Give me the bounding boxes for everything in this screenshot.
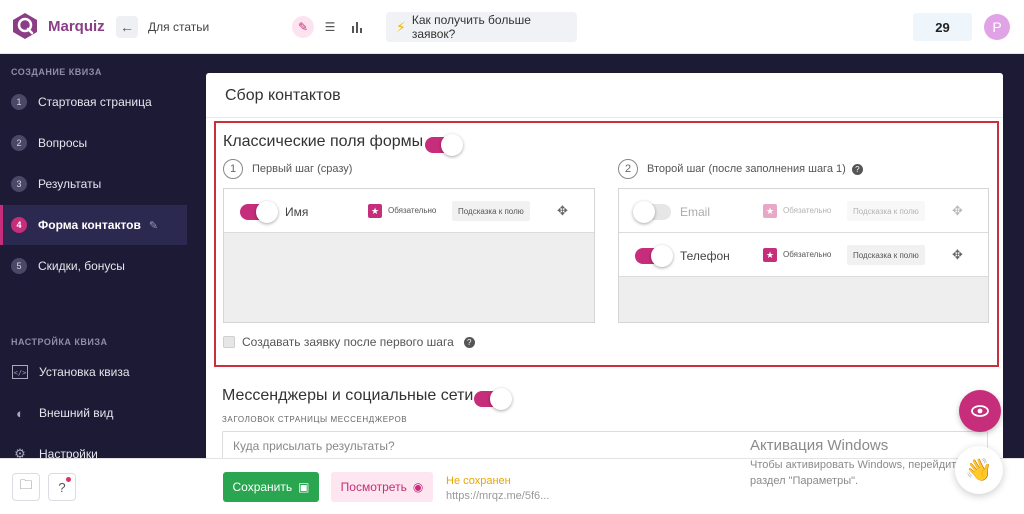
divider [206, 117, 1003, 118]
sidebar-section-settings: НАСТРОЙКА КВИЗА [11, 337, 108, 347]
step-2-number: 2 [618, 159, 638, 179]
hint-button-label: Как получить больше заявок? [411, 13, 531, 41]
pencil-icon[interactable]: ✎ [149, 219, 158, 232]
required-checkbox[interactable]: ★ [763, 248, 777, 262]
drag-handle-icon[interactable]: ✥ [952, 203, 963, 219]
pencil-icon: ✎ [297, 20, 309, 34]
sidebar-item-start-page[interactable]: 1 Стартовая страница [0, 82, 187, 122]
star-icon: ★ [765, 249, 775, 260]
step-1-label: Первый шаг (сразу) [252, 163, 353, 175]
page-title: Сбор контактов [225, 87, 341, 104]
sidebar-section-create: СОЗДАНИЕ КВИЗА [11, 67, 102, 77]
eye-icon [971, 405, 989, 417]
top-bar: Marquiz ← Для статьи ✎ ☰ ⚡ Как получить … [0, 0, 1024, 54]
help-icon[interactable]: ? [851, 163, 863, 175]
folder-button[interactable]: 🗀 [12, 473, 40, 501]
step-1-number: 1 [223, 159, 243, 179]
star-icon: ★ [765, 205, 775, 216]
notification-dot [66, 477, 71, 482]
messengers-toggle[interactable] [474, 388, 512, 410]
required-checkbox[interactable]: ★ [763, 204, 777, 218]
star-icon: ★ [370, 205, 380, 216]
field-hint-button[interactable]: Подсказка к полю [452, 201, 530, 221]
contact-form-card: Сбор контактов Классические поля формы 1… [206, 73, 1003, 458]
classic-fields-toggle[interactable] [425, 134, 463, 156]
chat-widget-button[interactable]: 👋 [955, 446, 1003, 494]
messengers-field-label: ЗАГОЛОВОК СТРАНИЦЫ МЕССЕНДЖЕРОВ [222, 415, 408, 424]
step-2-fields-panel: Email ★ Обязательно Подсказка к полю ✥ Т… [618, 188, 989, 323]
quiz-url[interactable]: https://mrqz.me/5f6... [446, 490, 549, 502]
field-hint-button[interactable]: Подсказка к полю [847, 245, 925, 265]
create-lead-after-first-step-checkbox[interactable] [223, 336, 235, 348]
lightning-icon: ⚡ [396, 18, 406, 35]
more-leads-hint-button[interactable]: ⚡ Как получить больше заявок? [386, 12, 577, 42]
floppy-icon: ▣ [298, 480, 310, 494]
required-checkbox[interactable]: ★ [368, 204, 382, 218]
field-phone-toggle[interactable] [635, 245, 673, 267]
help-button[interactable]: ? [48, 473, 76, 501]
sidebar-item-settings[interactable]: ⚙ Настройки [0, 434, 187, 458]
save-status: Не сохранен [446, 475, 511, 487]
svg-text:</>: </> [14, 369, 27, 377]
arrow-left-icon: ← [120, 19, 134, 35]
sidebar-item-appearance[interactable]: ◐ Внешний вид [0, 393, 187, 433]
classic-fields-title: Классические поля формы [223, 133, 424, 150]
bottom-bar: 🗀 ? Сохранить ▣ Посмотреть ◉ Не сохранен… [0, 458, 1024, 514]
drag-handle-icon[interactable]: ✥ [952, 247, 963, 263]
marquiz-logo-icon[interactable] [11, 12, 39, 40]
logo-text: Marquiz [48, 18, 105, 35]
floating-preview-button[interactable] [959, 390, 1001, 432]
quiz-name: Для статьи [148, 20, 210, 34]
field-name-toggle[interactable] [240, 201, 278, 223]
folder-clock-icon: 🗀 [19, 477, 33, 492]
drag-handle-icon[interactable]: ✥ [557, 203, 568, 219]
palette-icon: ◐ [16, 405, 24, 421]
sidebar-item-discounts[interactable]: 5 Скидки, бонусы [0, 246, 187, 286]
save-button[interactable]: Сохранить ▣ [223, 472, 319, 502]
field-hint-button[interactable]: Подсказка к полю [847, 201, 925, 221]
leads-counter[interactable]: 29 [913, 13, 972, 41]
step-2-label: Второй шаг (после заполнения шага 1)? [647, 163, 863, 175]
sidebar-item-results[interactable]: 3 Результаты [0, 164, 187, 204]
bar-chart-icon [352, 22, 362, 33]
sidebar-item-install[interactable]: </> Установка квиза [0, 352, 187, 392]
field-row-name: Имя ★ Обязательно Подсказка к полю ✥ [224, 189, 594, 233]
eye-icon: ◉ [412, 480, 424, 494]
create-lead-label: Создавать заявку после первого шага? [242, 335, 475, 349]
messengers-title-input[interactable]: Куда присылать результаты? [222, 431, 988, 458]
edit-mode-button[interactable]: ✎ [292, 16, 314, 38]
sidebar-item-contact-form[interactable]: 4 Форма контактов ✎ [0, 205, 187, 245]
sidebar: СОЗДАНИЕ КВИЗА 1 Стартовая страница 2 Во… [0, 54, 187, 458]
list-mode-button[interactable]: ☰ [319, 16, 341, 38]
waving-hand-icon: 👋 [965, 457, 993, 482]
sidebar-item-questions[interactable]: 2 Вопросы [0, 123, 187, 163]
code-icon: </> [11, 364, 29, 380]
classic-fields-section: Классические поля формы 1 Первый шаг (ср… [214, 121, 999, 367]
back-button[interactable]: ← [116, 16, 138, 38]
field-email-toggle[interactable] [633, 201, 671, 223]
gear-icon: ⚙ [14, 446, 26, 458]
step-1-fields-panel: Имя ★ Обязательно Подсказка к полю ✥ [223, 188, 595, 323]
messengers-title: Мессенджеры и социальные сети [222, 387, 474, 404]
field-row-email: Email ★ Обязательно Подсказка к полю ✥ [619, 189, 988, 233]
list-icon: ☰ [324, 20, 336, 34]
preview-button[interactable]: Посмотреть ◉ [331, 472, 433, 502]
stats-button[interactable] [346, 16, 368, 38]
avatar[interactable]: P [984, 14, 1010, 40]
field-row-phone: Телефон ★ Обязательно Подсказка к полю ✥ [619, 233, 988, 277]
help-icon[interactable]: ? [463, 337, 475, 349]
question-icon: ? [58, 479, 66, 495]
